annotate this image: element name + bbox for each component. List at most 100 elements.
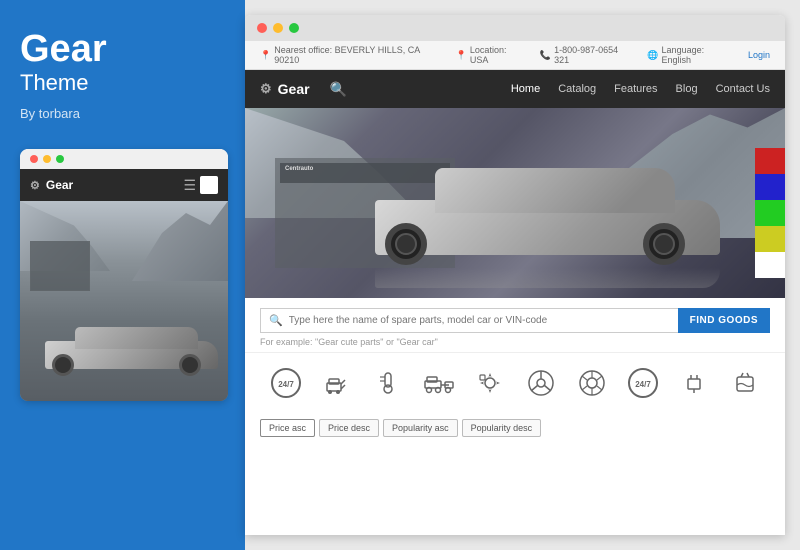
svg-text:24/7: 24/7: [278, 380, 294, 389]
mobile-gear-icon: ⚙: [30, 179, 40, 192]
mobile-brand-label: Gear: [46, 178, 73, 192]
filter-price-asc[interactable]: Price asc: [260, 419, 315, 437]
mobile-dot-green: [56, 155, 64, 163]
website-navbar: ⚙ Gear 🔍 Home Catalog Features Blog Cont…: [245, 70, 785, 108]
mobile-car: [30, 326, 223, 381]
hero-car-reflection: [375, 268, 720, 288]
navbar-link-contact[interactable]: Contact Us: [716, 83, 770, 95]
search-example: For example: "Gear cute parts" or "Gear …: [260, 337, 770, 347]
icon-towing-svg: [421, 365, 457, 401]
mobile-wheel-rear: [52, 354, 74, 376]
navbar-link-catalog[interactable]: Catalog: [558, 83, 596, 95]
icon-temperature-symbol: [368, 363, 408, 403]
navbar-gear-icon: ⚙: [260, 81, 272, 97]
mobile-wheel-front: [179, 354, 201, 376]
filter-popularity-asc[interactable]: Popularity asc: [383, 419, 458, 437]
search-icon: 🔍: [269, 314, 283, 327]
navbar-search-icon[interactable]: 🔍: [330, 81, 347, 98]
browser-window: 📍 Nearest office: BEVERLY HILLS, CA 9021…: [245, 15, 785, 535]
phone-icon: 📞: [540, 50, 551, 61]
icon-charging-symbol: [317, 363, 357, 403]
mobile-building: [30, 241, 90, 291]
navbar-brand: ⚙ Gear: [260, 81, 310, 97]
navbar-link-home[interactable]: Home: [511, 83, 540, 95]
icon-coolant-svg: [727, 365, 763, 401]
office-text: Nearest office: BEVERLY HILLS, CA 90210: [274, 45, 440, 65]
mobile-topbar: ⚙ Gear ☰: [20, 169, 228, 201]
icon-247-1-symbol: 24/7: [266, 363, 306, 403]
icon-247-svg-2: 24/7: [625, 365, 661, 401]
swatch-red: [755, 148, 785, 174]
location-icon: 📍: [456, 50, 467, 61]
icon-247-svg-1: 24/7: [268, 365, 304, 401]
swatch-blue: [755, 174, 785, 200]
swatch-yellow: [755, 226, 785, 252]
navbar-link-blog[interactable]: Blog: [676, 83, 698, 95]
icon-settings-symbol: [470, 363, 510, 403]
icon-electric-svg: [676, 365, 712, 401]
icon-towing-symbol: [419, 363, 459, 403]
icon-wheel: [572, 363, 612, 403]
browser-dot-green: [289, 23, 299, 33]
icon-charging-svg: [319, 365, 355, 401]
location-text: Location: USA: [470, 45, 525, 65]
icon-steering: [521, 363, 561, 403]
mobile-hero-image: [20, 201, 228, 401]
navbar-links: Home Catalog Features Blog Contact Us: [511, 83, 770, 95]
mobile-brand: ⚙ Gear: [30, 178, 73, 192]
search-input[interactable]: [289, 315, 670, 326]
icon-steering-svg: [523, 365, 559, 401]
mobile-car-roof: [75, 327, 198, 349]
icon-wheel-svg: [574, 365, 610, 401]
mobile-browser-bar: [20, 149, 228, 169]
theme-subtitle: Theme: [20, 70, 88, 96]
icon-charging: [317, 363, 357, 403]
icon-247-1: 24/7: [266, 363, 306, 403]
icon-coolant-symbol: [725, 363, 765, 403]
mobile-hamburger-icon: ☰: [183, 177, 196, 194]
phone-text: 1-800-987-0654 321: [554, 45, 632, 65]
hero-wheel-rear-inner: [395, 233, 417, 255]
theme-author: By torbara: [20, 106, 80, 121]
mobile-dot-yellow: [43, 155, 51, 163]
svg-text:24/7: 24/7: [635, 380, 651, 389]
browser-titlebar: [245, 15, 785, 41]
find-goods-button[interactable]: FIND GOODS: [678, 308, 770, 333]
icon-temperature-svg: [370, 365, 406, 401]
login-link[interactable]: Login: [748, 50, 770, 60]
mobile-topbar-right: ☰: [183, 176, 218, 194]
hero-image: Centrauto: [245, 108, 785, 298]
website-topbar: 📍 Nearest office: BEVERLY HILLS, CA 9021…: [245, 41, 785, 70]
browser-dot-yellow: [273, 23, 283, 33]
hero-wheel-rear: [385, 223, 427, 265]
icon-electric-symbol: [674, 363, 714, 403]
icons-row: 24/7: [245, 352, 785, 413]
mobile-search-button[interactable]: [200, 176, 218, 194]
hero-wheel-front: [643, 223, 685, 265]
search-section: 🔍 FIND GOODS For example: "Gear cute par…: [245, 298, 785, 352]
mobile-preview: ⚙ Gear ☰: [20, 149, 228, 401]
hero-swatches: [755, 148, 785, 278]
filter-tags: Price asc Price desc Popularity asc Popu…: [245, 413, 785, 445]
navbar-brand-label: Gear: [278, 81, 310, 97]
language-text: Language: English: [662, 45, 733, 65]
left-panel: Gear Theme By torbara ⚙ Gear ☰: [0, 0, 245, 550]
icon-steering-symbol: [521, 363, 561, 403]
topbar-location: 📍 Location: USA: [456, 45, 525, 65]
icon-towing: [419, 363, 459, 403]
search-input-wrapper: 🔍: [260, 308, 678, 333]
filter-popularity-desc[interactable]: Popularity desc: [462, 419, 542, 437]
icon-247-2: 24/7: [623, 363, 663, 403]
swatch-white: [755, 252, 785, 278]
swatch-green: [755, 200, 785, 226]
topbar-language: 🌐 Language: English: [647, 45, 733, 65]
icon-temperature: [368, 363, 408, 403]
navbar-link-features[interactable]: Features: [614, 83, 657, 95]
topbar-office: 📍 Nearest office: BEVERLY HILLS, CA 9021…: [260, 45, 441, 65]
hero-car-roof: [435, 168, 675, 213]
hero-car: [345, 163, 725, 273]
icon-settings-part: [470, 363, 510, 403]
filter-price-desc[interactable]: Price desc: [319, 419, 379, 437]
search-bar: 🔍 FIND GOODS: [260, 308, 770, 333]
topbar-phone: 📞 1-800-987-0654 321: [540, 45, 632, 65]
